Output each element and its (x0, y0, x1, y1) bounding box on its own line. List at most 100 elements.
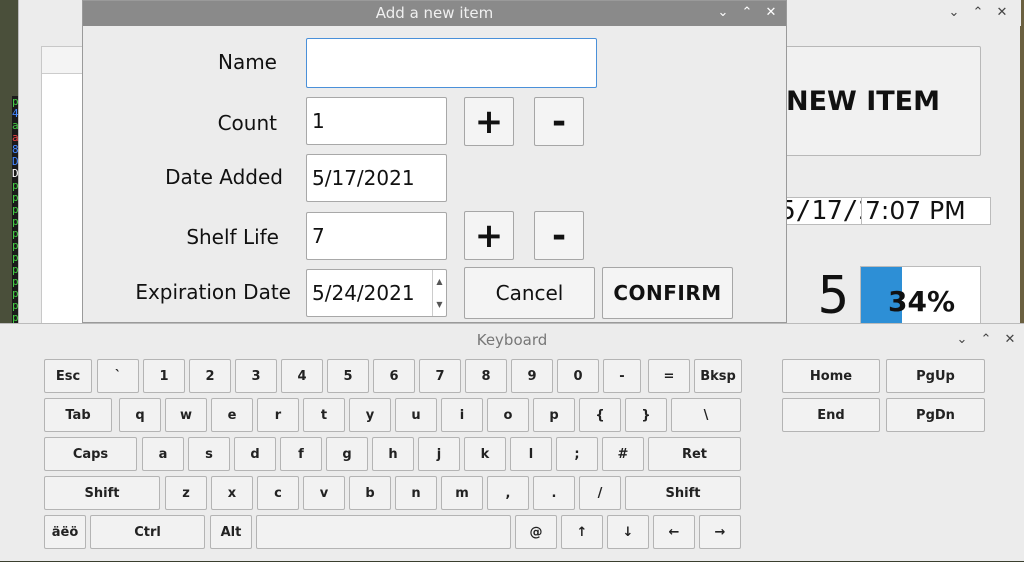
spin-down-icon[interactable]: ▼ (433, 293, 446, 316)
key-space[interactable] (256, 515, 511, 549)
key-j[interactable]: j (418, 437, 460, 471)
key-z[interactable]: z (165, 476, 207, 510)
key-ctrl[interactable]: Ctrl (90, 515, 205, 549)
count-minus-button[interactable]: - (534, 97, 584, 146)
key-2[interactable]: 2 (189, 359, 231, 393)
key-3[interactable]: 3 (235, 359, 277, 393)
count-label: Count (217, 111, 277, 135)
digit-display: 5 (817, 266, 849, 326)
dialog-close-icon[interactable]: ✕ (762, 4, 780, 22)
key-b[interactable]: b (349, 476, 391, 510)
key-arrow-left[interactable]: ← (653, 515, 695, 549)
key-pgdn[interactable]: PgDn (886, 398, 985, 432)
minus-icon: - (551, 101, 567, 142)
key-f[interactable]: f (280, 437, 322, 471)
key-t[interactable]: t (303, 398, 345, 432)
key-e[interactable]: e (211, 398, 253, 432)
key-caps-lock[interactable]: Caps (44, 437, 137, 471)
key-pgup[interactable]: PgUp (886, 359, 985, 393)
key-s[interactable]: s (188, 437, 230, 471)
key-0[interactable]: 0 (557, 359, 599, 393)
name-label: Name (217, 50, 277, 74)
key-c[interactable]: c (257, 476, 299, 510)
key-umlaut[interactable]: äëö (44, 515, 86, 549)
count-plus-button[interactable]: + (464, 97, 514, 146)
name-field[interactable] (306, 38, 597, 88)
expiration-date-spinbox[interactable]: 5/24/2021 ▲ ▼ (306, 269, 447, 317)
maximize-icon[interactable]: ⌃ (969, 4, 987, 22)
spin-up-icon[interactable]: ▲ (433, 270, 446, 293)
key-tab[interactable]: Tab (44, 398, 112, 432)
time-display: 7:07 PM (861, 197, 991, 225)
shelf-life-minus-button[interactable]: - (534, 211, 584, 260)
key-arrow-up[interactable]: ↑ (561, 515, 603, 549)
item-list[interactable] (41, 46, 86, 330)
key-slash[interactable]: / (579, 476, 621, 510)
key-p[interactable]: p (533, 398, 575, 432)
key-v[interactable]: v (303, 476, 345, 510)
key-4[interactable]: 4 (281, 359, 323, 393)
key-9[interactable]: 9 (511, 359, 553, 393)
key-equals[interactable]: = (648, 359, 690, 393)
key-esc[interactable]: Esc (44, 359, 92, 393)
key-backspace[interactable]: Bksp (694, 359, 742, 393)
date-added-field[interactable]: 5/17/2021 (306, 154, 447, 202)
key-u[interactable]: u (395, 398, 437, 432)
key-w[interactable]: w (165, 398, 207, 432)
key-alt[interactable]: Alt (210, 515, 252, 549)
key-semicolon[interactable]: ; (556, 437, 598, 471)
confirm-button[interactable]: CONFIRM (602, 267, 733, 319)
key-end[interactable]: End (782, 398, 880, 432)
key-m[interactable]: m (441, 476, 483, 510)
key-7[interactable]: 7 (419, 359, 461, 393)
key-g[interactable]: g (326, 437, 368, 471)
key-k[interactable]: k (464, 437, 506, 471)
key-q[interactable]: q (119, 398, 161, 432)
key-close-brace[interactable]: } (625, 398, 667, 432)
minimize-icon[interactable]: ⌄ (945, 4, 963, 22)
key-backtick[interactable]: ` (97, 359, 139, 393)
key-home[interactable]: Home (782, 359, 880, 393)
key-d[interactable]: d (234, 437, 276, 471)
key-o[interactable]: o (487, 398, 529, 432)
expiration-date-value: 5/24/2021 (312, 281, 415, 305)
key-return[interactable]: Ret (648, 437, 741, 471)
onscreen-keyboard-window: Keyboard ⌄ ⌃ ✕ Esc ` 1 2 3 4 5 6 7 8 9 0- = Bksp Tab q w… (0, 323, 1024, 561)
key-x[interactable]: x (211, 476, 253, 510)
key-8[interactable]: 8 (465, 359, 507, 393)
key-shift-left[interactable]: Shift (44, 476, 160, 510)
key-comma[interactable]: , (487, 476, 529, 510)
key-hash[interactable]: # (602, 437, 644, 471)
close-icon[interactable]: ✕ (993, 4, 1011, 22)
key-period[interactable]: . (533, 476, 575, 510)
key-6[interactable]: 6 (373, 359, 415, 393)
key-l[interactable]: l (510, 437, 552, 471)
desktop-background-right (1020, 0, 1024, 330)
cancel-button[interactable]: Cancel (464, 267, 595, 319)
shelf-life-plus-button[interactable]: + (464, 211, 514, 260)
key-5[interactable]: 5 (327, 359, 369, 393)
key-at[interactable]: @ (515, 515, 557, 549)
shelf-life-field[interactable]: 7 (306, 212, 447, 260)
date-added-label: Date Added (165, 165, 283, 189)
key-a[interactable]: a (142, 437, 184, 471)
key-shift-right[interactable]: Shift (625, 476, 741, 510)
key-minus[interactable]: - (603, 359, 641, 393)
dialog-titlebar[interactable]: Add a new item ⌄ ⌃ ✕ (83, 1, 786, 26)
key-r[interactable]: r (257, 398, 299, 432)
dialog-maximize-icon[interactable]: ⌃ (738, 4, 756, 22)
key-1[interactable]: 1 (143, 359, 185, 393)
key-backslash[interactable]: \ (671, 398, 741, 432)
key-arrow-down[interactable]: ↓ (607, 515, 649, 549)
dialog-minimize-icon[interactable]: ⌄ (714, 4, 732, 22)
key-h[interactable]: h (372, 437, 414, 471)
expiration-date-label: Expiration Date (135, 280, 291, 304)
key-y[interactable]: y (349, 398, 391, 432)
key-arrow-right[interactable]: → (699, 515, 741, 549)
new-item-button[interactable]: NEW ITEM (779, 46, 981, 156)
plus-icon: + (474, 215, 504, 256)
key-i[interactable]: i (441, 398, 483, 432)
key-n[interactable]: n (395, 476, 437, 510)
count-field[interactable]: 1 (306, 97, 447, 145)
key-open-brace[interactable]: { (579, 398, 621, 432)
